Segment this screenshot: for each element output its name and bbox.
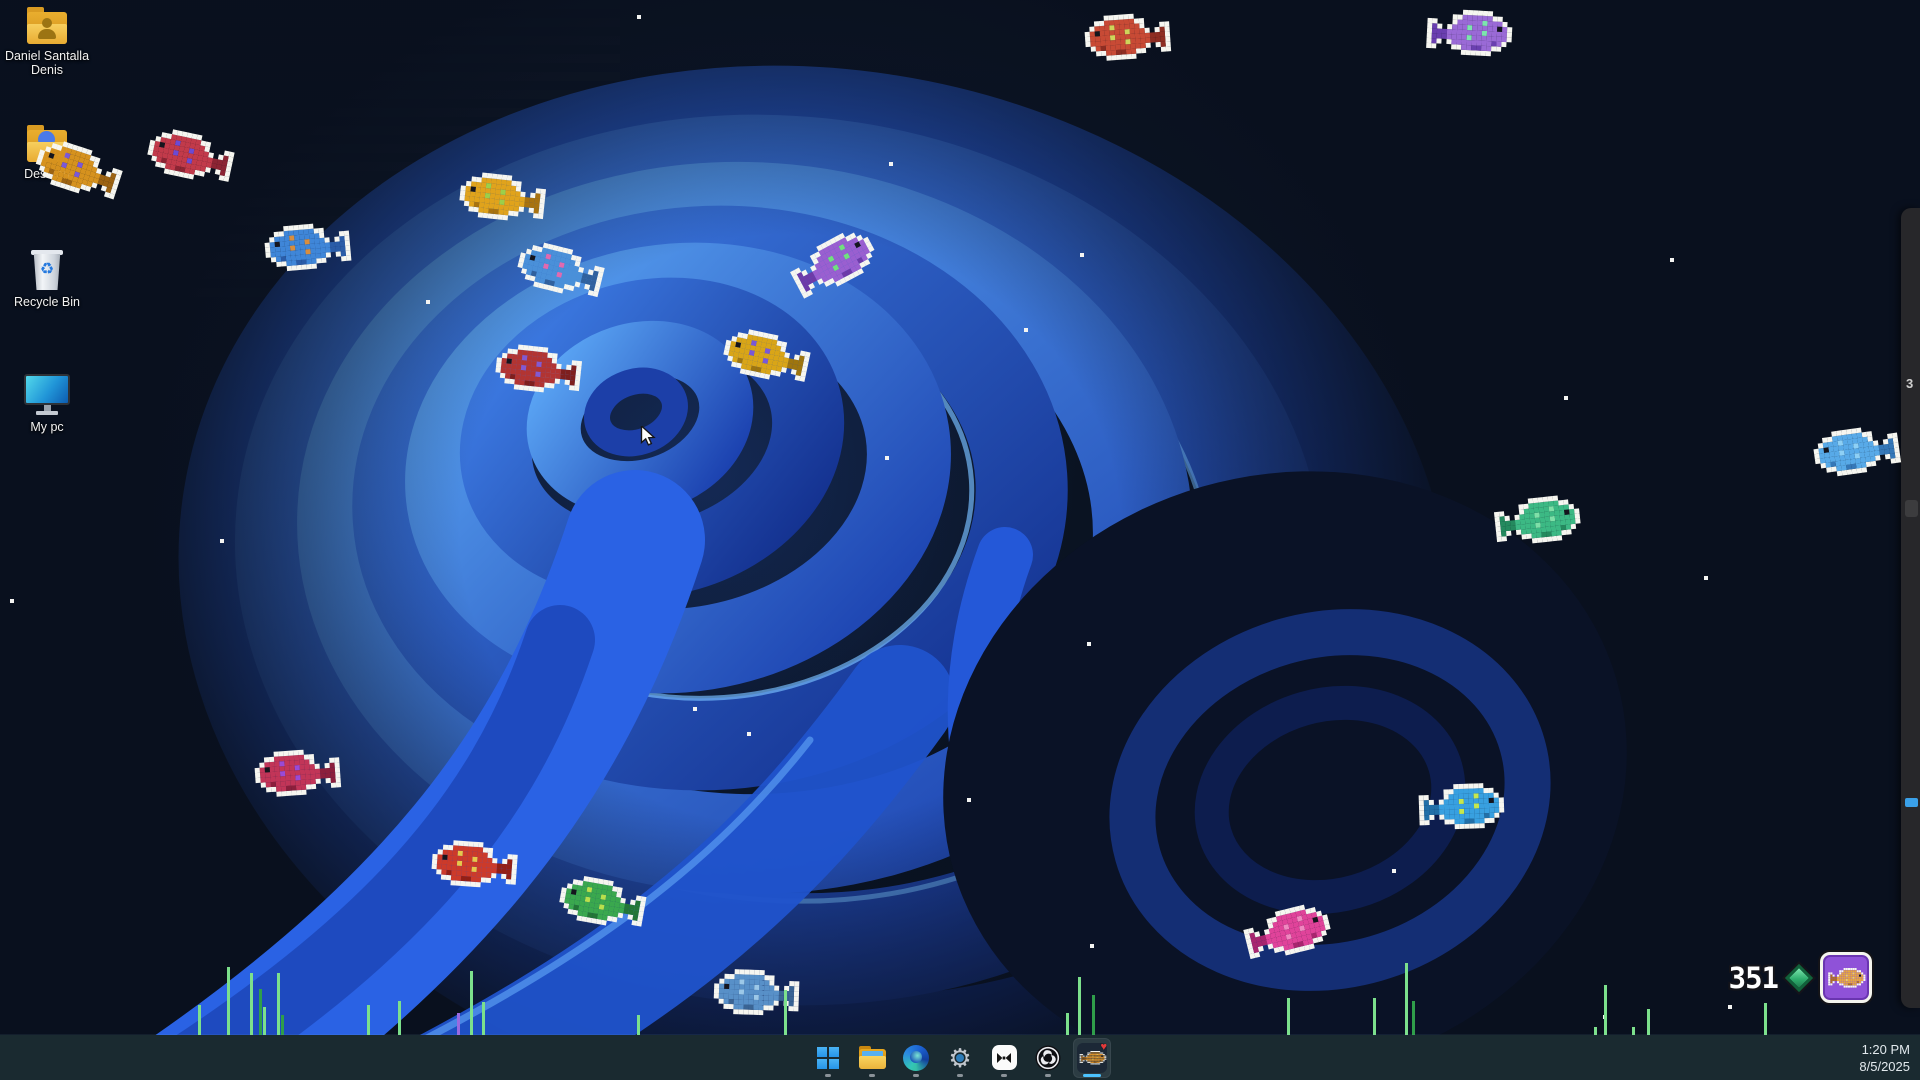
seaweed [1092, 995, 1095, 1035]
edge-icon [903, 1045, 929, 1071]
bubble [1087, 642, 1091, 646]
seaweed [227, 967, 230, 1035]
seaweed [263, 1007, 266, 1035]
bubble [1728, 1005, 1732, 1009]
fish[interactable] [781, 263, 788, 270]
aquarium-hud: 351 [1729, 952, 1872, 1003]
pixel-fish-icon [1078, 1051, 1080, 1053]
fish[interactable] [43, 135, 49, 141]
taskbar-clock[interactable]: 1:20 PM 8/5/2025 [1859, 1041, 1910, 1075]
seaweed [259, 989, 262, 1035]
bubble [1564, 396, 1568, 400]
heart-icon: ♥ [1100, 1041, 1107, 1053]
seaweed [1287, 998, 1290, 1035]
clock-time: 1:20 PM [1859, 1041, 1910, 1058]
aquarium-overlay [0, 0, 1920, 1080]
edge-button[interactable] [897, 1038, 935, 1078]
seaweed [457, 1013, 460, 1035]
fish[interactable] [462, 170, 467, 175]
seaweed [1647, 1009, 1650, 1035]
clock-date: 8/5/2025 [1859, 1058, 1910, 1075]
bubble [693, 707, 697, 711]
running-indicator [869, 1074, 875, 1077]
fish[interactable] [564, 873, 570, 879]
file-explorer-icon [859, 1046, 886, 1069]
active-indicator [1083, 1074, 1101, 1077]
seaweed [482, 1002, 485, 1035]
seaweed [281, 1015, 284, 1035]
bubble [747, 732, 751, 736]
fish[interactable] [1236, 920, 1242, 926]
bubble [1090, 944, 1094, 948]
capcut-button[interactable] [985, 1038, 1023, 1078]
seaweed [1066, 1013, 1069, 1035]
desktop: Daniel Santalla Denis Desktop ♻ Recycle … [0, 0, 1920, 1080]
gem-icon [1785, 963, 1813, 991]
seaweed [784, 990, 787, 1035]
seaweed [398, 1001, 401, 1035]
bubble [967, 798, 971, 802]
seaweed [250, 973, 253, 1035]
seaweed [1078, 977, 1081, 1035]
fish[interactable] [153, 125, 159, 131]
seaweed [367, 1005, 370, 1035]
bubble [1670, 258, 1674, 262]
settings-button[interactable]: ⚙ [941, 1038, 979, 1078]
bubble [10, 599, 14, 603]
pixel-fish-icon [1826, 968, 1828, 970]
fish[interactable] [498, 342, 503, 347]
seaweed [470, 971, 473, 1035]
fish-shop-button[interactable] [1820, 952, 1872, 1003]
bubble [1392, 869, 1396, 873]
bubble [889, 162, 893, 166]
bubble [1024, 328, 1028, 332]
fish[interactable] [1423, 8, 1428, 13]
seaweed [1632, 1027, 1635, 1035]
seaweed [637, 1015, 640, 1035]
taskbar-center: ⚙ [809, 1035, 1111, 1080]
fish[interactable] [1084, 17, 1089, 22]
fish[interactable] [433, 839, 438, 844]
bubble [426, 300, 430, 304]
seaweed [1412, 1001, 1415, 1035]
taskbar: ⚙ [0, 1035, 1920, 1080]
start-button[interactable] [809, 1038, 847, 1078]
bubble [637, 15, 641, 19]
fish[interactable] [715, 968, 720, 973]
aquarium-app-icon: ♥ [1077, 1043, 1107, 1073]
fish[interactable] [1488, 502, 1493, 507]
seaweed [1594, 1027, 1597, 1035]
running-indicator [1045, 1074, 1051, 1077]
running-indicator [825, 1074, 831, 1077]
fish[interactable] [263, 228, 268, 233]
bubble [885, 456, 889, 460]
bubble [1704, 576, 1708, 580]
seaweed [1604, 985, 1607, 1035]
obs-button[interactable] [1029, 1038, 1067, 1078]
fish-icon [1826, 968, 1866, 988]
fish[interactable] [1811, 434, 1817, 440]
running-indicator [913, 1074, 919, 1077]
aquarium-app-button[interactable]: ♥ [1073, 1038, 1111, 1078]
running-indicator [1001, 1074, 1007, 1077]
gear-icon: ⚙ [946, 1044, 974, 1072]
file-explorer-button[interactable] [853, 1038, 891, 1078]
running-indicator [957, 1074, 963, 1077]
fish[interactable] [254, 753, 259, 758]
windows-logo-icon [817, 1047, 839, 1069]
fish[interactable] [523, 238, 529, 244]
mouse-cursor [640, 426, 658, 452]
seaweed [1764, 1003, 1767, 1035]
score-value: 351 [1729, 961, 1778, 995]
seaweed [1373, 998, 1376, 1035]
fish[interactable] [729, 325, 735, 331]
fish[interactable] [1413, 785, 1418, 790]
capcut-icon [992, 1045, 1017, 1070]
seaweed [277, 973, 280, 1035]
bubble [1080, 253, 1084, 257]
bubble [220, 539, 224, 543]
seaweed [1405, 963, 1408, 1035]
obs-icon [1035, 1045, 1061, 1071]
seaweed [198, 1005, 201, 1035]
